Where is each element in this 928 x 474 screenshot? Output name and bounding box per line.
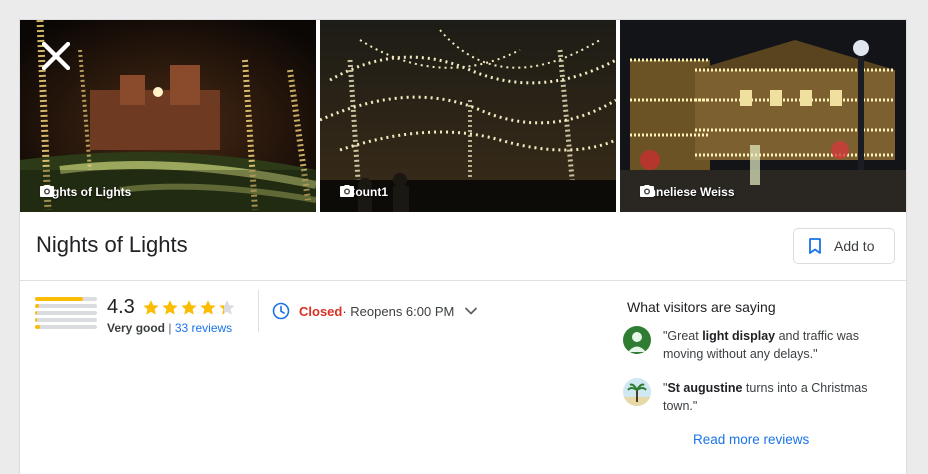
star-icon: [219, 300, 235, 315]
star-rating: [142, 299, 237, 317]
star-icon: [181, 300, 197, 315]
close-button[interactable]: [42, 42, 70, 70]
photo-anneliese-weiss[interactable]: Anneliese Weiss: [620, 20, 906, 212]
camera-icon: [340, 185, 354, 197]
read-more-reviews-link[interactable]: Read more reviews: [693, 432, 809, 447]
photo-image: [320, 20, 616, 212]
photo-strip: Nights of Lights JCount1 Anneliese Weiss: [20, 20, 906, 212]
avatar: [623, 378, 651, 406]
review-text-start: "Great: [663, 329, 703, 343]
camera-icon: [40, 185, 54, 197]
close-icon: [42, 42, 70, 70]
star-icon: [162, 300, 178, 315]
avatar: [623, 326, 651, 354]
hours-status: Closed: [299, 303, 343, 319]
photo-image: [620, 20, 906, 212]
rating-label: Very good: [107, 321, 166, 335]
chevron-down-icon[interactable]: [464, 304, 478, 318]
rating-bar: [35, 318, 97, 322]
photo-nights-of-lights[interactable]: Nights of Lights: [20, 20, 316, 212]
photo-credit: Anneliese Weiss: [640, 185, 735, 199]
bookmark-icon: [809, 238, 821, 254]
review-highlight: light display: [702, 329, 776, 343]
camera-icon: [640, 185, 654, 197]
rating-bar-fill: [35, 311, 38, 315]
photo-credit-name: Anneliese Weiss: [640, 185, 735, 199]
review-highlight: St augustine: [667, 381, 743, 395]
opening-hours[interactable]: Closed · Reopens 6:00 PM: [272, 302, 478, 320]
vertical-divider: [258, 290, 259, 332]
rating-bar: [35, 304, 97, 308]
photo-credit: Nights of Lights: [40, 185, 131, 199]
photo-jcount1[interactable]: JCount1: [320, 20, 616, 212]
rating-bar-fill: [35, 325, 40, 329]
photo-credit: JCount1: [340, 185, 388, 199]
rating-value: 4.3: [107, 296, 135, 318]
clock-icon: [272, 302, 290, 320]
visitors-title: What visitors are saying: [627, 299, 776, 315]
review-snippet[interactable]: "St augustine turns into a Christmas tow…: [623, 378, 885, 415]
star-icon: [200, 300, 216, 315]
add-to-label: Add to: [834, 238, 875, 254]
rating-bar: [35, 325, 97, 329]
place-card: Nights of Lights JCount1 Anneliese Weiss…: [19, 19, 907, 474]
rating-bar-fill: [35, 318, 38, 322]
rating-separator: |: [168, 321, 172, 335]
palm-tree-avatar-icon: [623, 378, 651, 406]
rating-distribution[interactable]: [35, 297, 97, 332]
place-title: Nights of Lights: [36, 232, 188, 257]
review-text: "Great light display and traffic was mov…: [663, 327, 885, 363]
section-divider: [20, 280, 906, 281]
rating-bar: [35, 297, 97, 301]
rating-bar-fill: [35, 297, 84, 301]
rating-summary: Very good | 33 reviews: [107, 321, 232, 335]
star-icon: [143, 300, 159, 315]
rating-bar-fill: [35, 304, 39, 308]
hours-detail: · Reopens 6:00 PM: [342, 303, 455, 319]
review-text: "St augustine turns into a Christmas tow…: [663, 379, 885, 415]
review-snippet[interactable]: "Great light display and traffic was mov…: [623, 326, 885, 363]
rating-bar: [35, 311, 97, 315]
add-to-button[interactable]: Add to: [793, 228, 895, 264]
reviews-link[interactable]: 33 reviews: [175, 321, 232, 335]
user-avatar-icon: [623, 326, 651, 354]
